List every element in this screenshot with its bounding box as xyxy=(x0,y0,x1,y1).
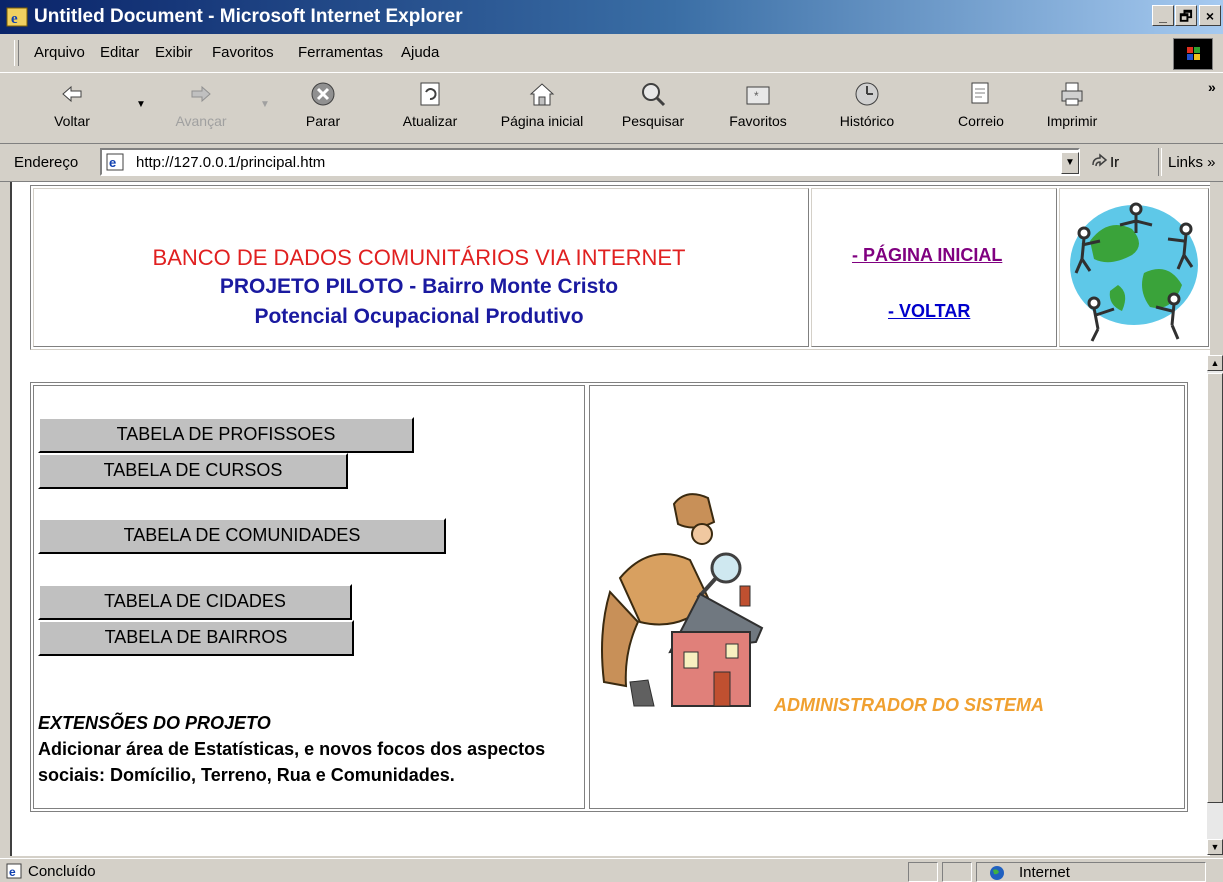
status-text: Concluído xyxy=(28,863,96,880)
print-label: Imprimir xyxy=(1046,113,1098,129)
menu-ajuda[interactable]: Ajuda xyxy=(401,44,439,61)
svg-text:*: * xyxy=(754,89,759,103)
ie-logo-icon: e xyxy=(6,7,28,27)
internet-globe-icon xyxy=(990,866,1004,880)
btn-tabela-profissoes[interactable]: TABELA DE PROFISSOES xyxy=(38,417,414,453)
page-ie-icon: e xyxy=(106,153,124,171)
address-url: http://127.0.0.1/principal.htm xyxy=(136,154,326,171)
btn-tabela-comunidades[interactable]: TABELA DE COMUNIDADES xyxy=(38,518,446,554)
admin-cell: ADMINISTRADOR DO SISTEMA xyxy=(589,385,1185,809)
link-back[interactable]: - VOLTAR xyxy=(888,301,970,322)
go-button[interactable]: Ir xyxy=(1110,154,1119,171)
status-panel-1 xyxy=(908,862,938,882)
windows-logo xyxy=(1173,38,1213,70)
vertical-scrollbar[interactable]: ▲ ▼ xyxy=(1207,355,1223,855)
btn-tabela-cursos[interactable]: TABELA DE CURSOS xyxy=(38,453,348,489)
svg-text:e: e xyxy=(11,11,18,27)
refresh-label: Atualizar xyxy=(402,113,458,129)
home-button[interactable]: Página inicial xyxy=(490,79,594,129)
scroll-thumb[interactable] xyxy=(1207,373,1223,803)
page-subtitle-theme: Potencial Ocupacional Produtivo xyxy=(254,305,584,328)
svg-text:e: e xyxy=(109,155,116,170)
toolbar-more-chevron[interactable]: » xyxy=(1208,79,1216,95)
stop-icon xyxy=(311,82,335,106)
menu-favoritos[interactable]: Favoritos xyxy=(212,44,274,61)
mail-icon xyxy=(971,82,989,104)
header-table: BANCO DE DADOS COMUNITÁRIOS VIA INTERNET… xyxy=(30,185,1210,350)
search-icon xyxy=(642,83,666,107)
history-label: Histórico xyxy=(839,113,895,129)
address-dropdown-icon[interactable]: ▼ xyxy=(1061,152,1079,174)
home-icon xyxy=(529,83,555,106)
mail-label: Correio xyxy=(958,113,1004,129)
menubar-grip xyxy=(14,40,19,66)
forward-arrow-icon xyxy=(191,85,211,103)
links-separator xyxy=(1158,148,1162,176)
search-label: Pesquisar xyxy=(621,113,685,129)
title-bar: e Untitled Document - Microsoft Internet… xyxy=(0,0,1223,34)
link-home[interactable]: - PÁGINA INICIAL xyxy=(852,245,1002,266)
stop-label: Parar xyxy=(305,113,341,129)
btn-tabela-bairros[interactable]: TABELA DE BAIRROS xyxy=(38,620,354,656)
status-bar: e Concluído Internet xyxy=(0,858,1223,882)
print-button[interactable]: Imprimir xyxy=(1042,79,1102,129)
minimize-button[interactable]: _ xyxy=(1152,5,1174,26)
forward-dropdown-icon[interactable]: ▼ xyxy=(260,99,270,110)
back-button[interactable]: Voltar xyxy=(50,79,94,129)
favorites-button[interactable]: * Favoritos xyxy=(722,79,794,129)
home-label: Página inicial xyxy=(500,113,584,129)
mail-button[interactable]: Correio xyxy=(952,79,1010,129)
svg-text:e: e xyxy=(9,865,16,879)
address-input[interactable]: e http://127.0.0.1/principal.htm xyxy=(100,148,1080,176)
forward-label: Avançar xyxy=(175,113,227,129)
page-title: BANCO DE DADOS COMUNITÁRIOS VIA INTERNET xyxy=(152,245,686,270)
go-arrow-icon[interactable] xyxy=(1090,153,1108,171)
extensions-heading: EXTENSÕES DO PROJETO xyxy=(38,713,271,733)
back-arrow-icon xyxy=(62,85,82,103)
menu-ferramentas[interactable]: Ferramentas xyxy=(298,44,383,61)
restore-button[interactable]: 🗗 xyxy=(1175,5,1197,26)
scroll-up-icon[interactable]: ▲ xyxy=(1207,355,1223,371)
header-links-cell: - PÁGINA INICIAL - VOLTAR xyxy=(811,188,1057,347)
header-title-cell: BANCO DE DADOS COMUNITÁRIOS VIA INTERNET… xyxy=(33,188,809,347)
status-zone-panel: Internet xyxy=(976,862,1206,882)
status-page-icon: e xyxy=(6,863,22,879)
history-icon xyxy=(855,82,879,106)
back-dropdown-icon[interactable]: ▼ xyxy=(136,99,146,110)
search-button[interactable]: Pesquisar xyxy=(616,79,690,129)
refresh-icon xyxy=(420,82,440,106)
history-button[interactable]: Histórico xyxy=(832,79,902,129)
address-bar: Endereço e http://127.0.0.1/principal.ht… xyxy=(0,144,1223,182)
menu-editar[interactable]: Editar xyxy=(100,44,139,61)
menu-exibir[interactable]: Exibir xyxy=(155,44,193,61)
scroll-down-icon[interactable]: ▼ xyxy=(1207,839,1223,855)
globe-people-illustration xyxy=(1070,202,1198,342)
page-viewport: BANCO DE DADOS COMUNITÁRIOS VIA INTERNET… xyxy=(10,182,1210,856)
stop-button[interactable]: Parar xyxy=(298,79,348,129)
menu-bar: Arquivo Editar Exibir Favoritos Ferramen… xyxy=(0,34,1223,72)
favorites-folder-icon: * xyxy=(746,86,770,105)
window-title: Untitled Document - Microsoft Internet E… xyxy=(34,6,463,27)
status-panel-2 xyxy=(942,862,972,882)
navigation-cell: TABELA DE PROFISSOES TABELA DE CURSOS TA… xyxy=(33,385,585,809)
links-button[interactable]: Links » xyxy=(1168,154,1216,171)
close-button[interactable]: × xyxy=(1199,5,1221,26)
back-label: Voltar xyxy=(54,113,90,129)
btn-tabela-cidades[interactable]: TABELA DE CIDADES xyxy=(38,584,352,620)
windows-flag-icon xyxy=(1187,47,1200,60)
address-label: Endereço xyxy=(14,154,79,171)
printer-icon xyxy=(1061,82,1083,106)
refresh-button[interactable]: Atualizar xyxy=(398,79,462,129)
extensions-text: Adicionar área de Estatísticas, e novos … xyxy=(38,739,546,785)
page-subtitle-project: PROJETO PILOTO - Bairro Monte Cristo xyxy=(219,275,619,298)
status-zone: Internet xyxy=(1019,864,1070,881)
admin-label: ADMINISTRADOR DO SISTEMA xyxy=(774,695,1044,715)
header-globe-cell xyxy=(1059,188,1209,347)
forward-button[interactable]: Avançar xyxy=(166,79,236,129)
detective-house-illustration xyxy=(601,493,764,707)
standard-toolbar: Voltar ▼ Avançar ▼ Parar Atualizar Págin… xyxy=(0,72,1223,144)
favorites-label: Favoritos xyxy=(729,113,787,129)
menu-arquivo[interactable]: Arquivo xyxy=(34,44,85,61)
main-table: TABELA DE PROFISSOES TABELA DE CURSOS TA… xyxy=(30,382,1188,812)
